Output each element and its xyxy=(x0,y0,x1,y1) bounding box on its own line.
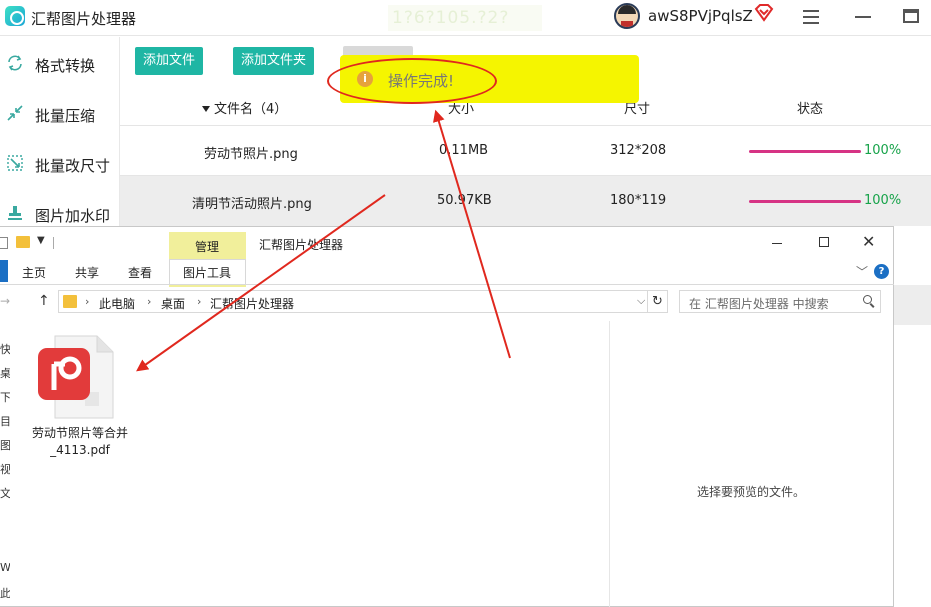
file-dimensions-cell: 312*208 xyxy=(610,143,667,158)
sidebar-item-format-convert[interactable]: 格式转换 xyxy=(0,39,120,89)
sidebar-item-label: 图片加水印 xyxy=(35,207,111,225)
nav-pane-item[interactable]: 下 xyxy=(0,389,10,405)
ribbon-divider xyxy=(0,284,894,285)
nav-pane-item[interactable]: 文 xyxy=(0,485,10,501)
ghost-overlay-text: 1?6?105.?2? xyxy=(388,5,542,31)
progress-percent: 100% xyxy=(864,193,902,208)
explorer-close-icon[interactable]: ✕ xyxy=(862,232,875,251)
tab-manage[interactable]: 管理 xyxy=(195,238,219,255)
table-row[interactable]: 清明节活动照片.png 50.97KB 180*119 100% xyxy=(120,176,931,226)
preview-pane-divider xyxy=(609,321,610,607)
tab-picture-tools[interactable]: 图片工具 xyxy=(183,264,231,281)
minimize-icon[interactable] xyxy=(855,16,871,18)
progress-bar xyxy=(749,200,861,203)
refresh-icon[interactable]: ↻ xyxy=(648,290,668,313)
sidebar-item-label: 格式转换 xyxy=(35,57,96,75)
folder-icon xyxy=(63,295,77,308)
annotation-circle xyxy=(327,58,497,104)
sidebar-item-resize[interactable]: 批量改尺寸 xyxy=(0,139,120,189)
app-row-strip xyxy=(894,285,931,325)
up-arrow-icon[interactable]: ↑ xyxy=(38,293,50,309)
add-folder-button[interactable]: 添加文件夹 xyxy=(233,47,314,75)
file-size-cell: 50.97KB xyxy=(437,193,492,208)
tab-share[interactable]: 共享 xyxy=(75,264,99,281)
new-folder-icon[interactable] xyxy=(16,236,30,248)
explorer-maximize-icon[interactable] xyxy=(819,237,829,247)
chevron-right-icon[interactable]: › xyxy=(85,295,89,308)
nav-pane-item[interactable]: 视 xyxy=(0,461,10,477)
nav-pane-item[interactable]: 桌 xyxy=(0,365,10,381)
progress-bar xyxy=(749,150,861,153)
nav-pane-item[interactable]: 此 xyxy=(0,585,10,601)
explorer-window-title: 汇帮图片处理器 xyxy=(259,238,344,252)
resize-icon xyxy=(7,155,23,171)
app-titlebar: 汇帮图片处理器 1?6?105.?2? awS8PVjPqlsZ xyxy=(0,0,931,36)
maximize-icon[interactable] xyxy=(903,9,919,23)
app-background-strip xyxy=(894,226,931,607)
file-size-cell: 0.11MB xyxy=(439,143,489,158)
breadcrumb-desktop[interactable]: 桌面 xyxy=(161,295,185,312)
file-explorer-window: ▼ 管理 汇帮图片处理器 ✕ 主页 共享 查看 图片工具 ﹀ ? → ↑ › 此… xyxy=(0,226,894,607)
watermark-icon xyxy=(8,206,22,220)
progress-percent: 100% xyxy=(864,143,902,158)
toolbar-separator xyxy=(53,237,54,249)
pdf-file-icon[interactable] xyxy=(37,334,115,420)
nav-pane-item[interactable]: 快 xyxy=(0,341,10,357)
properties-icon[interactable] xyxy=(0,237,8,249)
tab-home[interactable]: 主页 xyxy=(22,264,46,281)
navigation-pane[interactable]: 快 桌 下 目 图 视 文 W 此 xyxy=(0,321,10,607)
expand-ribbon-icon[interactable]: ﹀ xyxy=(856,263,868,280)
app-logo-icon xyxy=(5,6,25,26)
file-name-cell: 清明节活动照片.png xyxy=(192,197,312,212)
sidebar-item-label: 批量压缩 xyxy=(35,107,96,125)
help-icon[interactable]: ? xyxy=(874,264,889,279)
breadcrumb-this-pc[interactable]: 此电脑 xyxy=(99,295,135,312)
address-bar[interactable]: › 此电脑 › 桌面 › 汇帮图片处理器 ⌵ xyxy=(58,290,648,313)
chevron-right-icon[interactable]: › xyxy=(147,295,151,308)
username[interactable]: awS8PVjPqlsZ xyxy=(648,7,753,25)
column-header-name[interactable]: 文件名（4） xyxy=(202,98,287,117)
format-convert-icon xyxy=(8,55,22,71)
file-name-cell: 劳动节照片.png xyxy=(204,147,298,162)
chevron-right-icon[interactable]: › xyxy=(197,295,201,308)
nav-pane-item[interactable]: 目 xyxy=(0,413,10,429)
sort-desc-icon xyxy=(202,106,210,112)
search-input[interactable]: 在 汇帮图片处理器 中搜索 xyxy=(679,290,881,313)
preview-pane-message: 选择要预览的文件。 xyxy=(697,485,806,499)
compress-icon xyxy=(7,105,23,121)
app-title: 汇帮图片处理器 xyxy=(31,10,137,28)
back-arrow-icon[interactable]: → xyxy=(0,294,10,308)
user-avatar[interactable] xyxy=(614,3,640,29)
quick-access-dropdown-icon[interactable]: ▼ xyxy=(37,235,45,246)
nav-pane-item[interactable]: 图 xyxy=(0,437,10,453)
sidebar: 格式转换 批量压缩 批量改尺寸 图片加水印 xyxy=(0,37,120,237)
tab-view[interactable]: 查看 xyxy=(128,264,152,281)
file-name-label[interactable]: 劳动节照片等合并_4113.pdf xyxy=(30,425,130,459)
table-row[interactable]: 劳动节照片.png 0.11MB 312*208 100% xyxy=(120,126,931,176)
sidebar-item-label: 批量改尺寸 xyxy=(35,157,111,175)
address-dropdown-icon[interactable]: ⌵ xyxy=(637,294,645,308)
file-dimensions-cell: 180*119 xyxy=(610,193,667,208)
menu-icon[interactable] xyxy=(803,10,819,24)
sidebar-item-compress[interactable]: 批量压缩 xyxy=(0,89,120,139)
explorer-minimize-icon[interactable] xyxy=(772,243,782,244)
nav-pane-item[interactable]: W xyxy=(0,561,10,574)
vip-diamond-icon[interactable] xyxy=(754,4,774,22)
search-placeholder: 在 汇帮图片处理器 中搜索 xyxy=(689,297,829,311)
add-file-button[interactable]: 添加文件 xyxy=(135,47,203,75)
file-tab[interactable] xyxy=(0,260,8,282)
column-header-status: 状态 xyxy=(797,102,824,117)
search-icon[interactable] xyxy=(863,295,872,304)
breadcrumb-folder[interactable]: 汇帮图片处理器 xyxy=(210,295,294,312)
